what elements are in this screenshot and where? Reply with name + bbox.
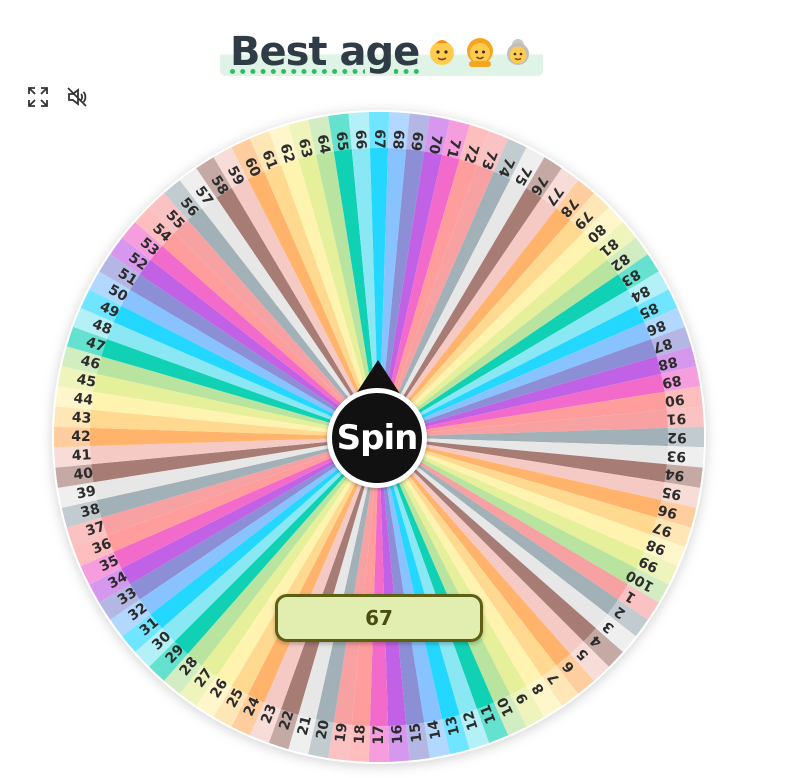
wheel-segment-label: 18 [352, 724, 369, 744]
wheel-segment-label: 66 [352, 129, 369, 149]
wheel-segment-label: 17 [371, 725, 387, 744]
wheel-segment-label: 16 [389, 724, 406, 744]
wheel-segment-label: 65 [332, 131, 350, 152]
wheel-segment-label: 90 [664, 390, 686, 408]
result-value: 67 [365, 606, 393, 630]
wheel-segment-label: 43 [71, 410, 91, 427]
wheel-segment-label: 15 [407, 722, 425, 743]
spin-button[interactable]: Spin [327, 388, 427, 488]
wheel-segment-label: 42 [71, 429, 90, 445]
wheel-segment-label: 91 [666, 410, 686, 427]
wheel-segment-label: 67 [371, 129, 387, 148]
wheel-segment-label: 94 [664, 465, 686, 483]
wheel-segment-label: 69 [407, 131, 425, 152]
wheel-segment-label: 68 [389, 129, 406, 149]
wheel-segment-label: 92 [667, 429, 686, 445]
wheel-segment-label: 93 [666, 447, 686, 464]
wheel-segment-label: 19 [332, 722, 350, 743]
spin-label: Spin [336, 418, 419, 458]
wheel-segment-label: 41 [71, 447, 91, 464]
wheel-segment-label: 44 [73, 390, 95, 408]
wheel-segment-label: 40 [73, 465, 95, 483]
result-display: 67 [275, 594, 483, 642]
